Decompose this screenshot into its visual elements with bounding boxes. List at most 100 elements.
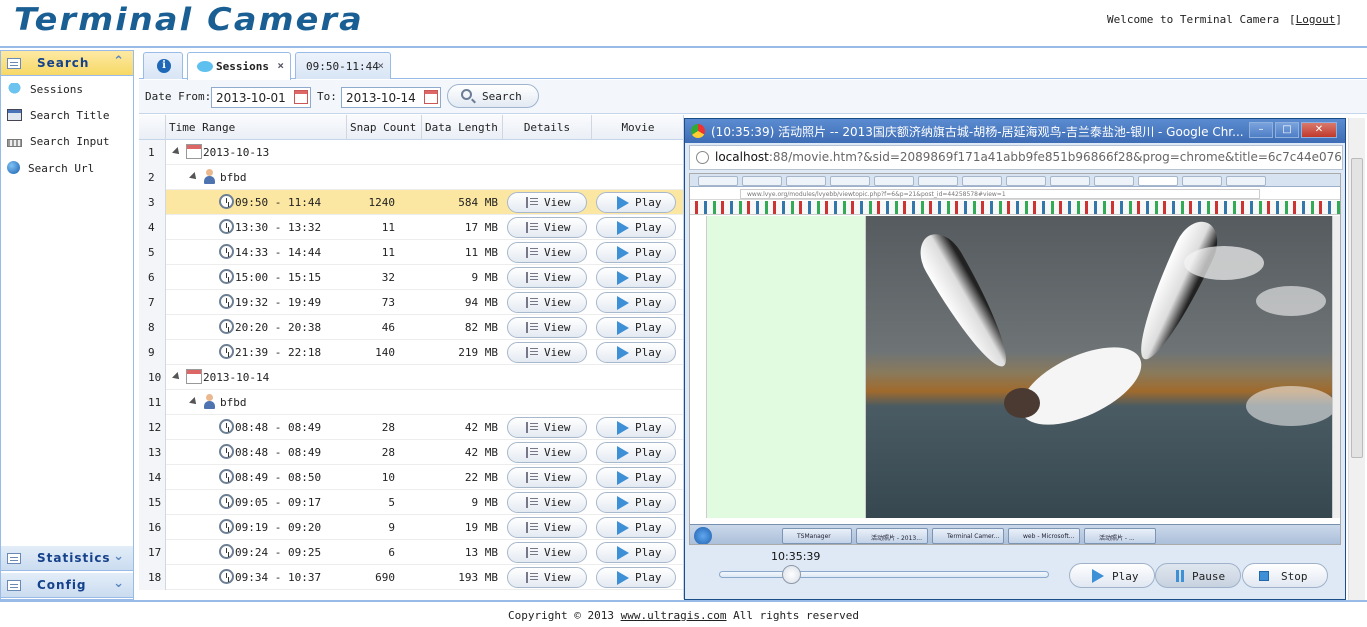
view-button[interactable]: View — [507, 542, 587, 563]
session-row[interactable]: 15 09:05 - 09:17 5 9 MB View Play — [139, 490, 683, 515]
play-movie-button[interactable]: Play — [596, 442, 676, 463]
start-orb-icon — [694, 527, 712, 544]
collapse-up-icon[interactable]: ⌃ — [113, 54, 125, 69]
page-scrollbar[interactable] — [1348, 118, 1365, 600]
row-number: 4 — [139, 215, 166, 240]
header-time-range[interactable]: Time Range — [166, 115, 347, 140]
close-tab-icon[interactable]: × — [277, 59, 284, 72]
seagull-photo — [866, 216, 1332, 518]
logout-link[interactable]: Logout — [1296, 13, 1336, 26]
view-button[interactable]: View — [507, 317, 587, 338]
view-button[interactable]: View — [507, 567, 587, 588]
close-window-button[interactable]: ✕ — [1301, 122, 1337, 138]
scrollbar-thumb[interactable] — [1351, 158, 1363, 458]
view-button[interactable]: View — [507, 442, 587, 463]
play-movie-button[interactable]: Play — [596, 417, 676, 438]
pause-button[interactable]: Pause — [1155, 563, 1241, 588]
session-row[interactable]: 18 09:34 - 10:37 690 193 MB View Play — [139, 565, 683, 590]
play-movie-button[interactable]: Play — [596, 542, 676, 563]
snap-count: 28 — [381, 421, 395, 434]
maximize-button[interactable]: □ — [1275, 122, 1299, 138]
play-movie-button[interactable]: Play — [596, 242, 676, 263]
play-movie-button[interactable]: Play — [596, 517, 676, 538]
clock-icon — [219, 494, 234, 509]
stop-button[interactable]: Stop — [1242, 563, 1328, 588]
company-link[interactable]: www.ultragis.com — [621, 609, 727, 622]
clock-icon — [219, 244, 234, 259]
user-icon — [203, 394, 216, 410]
view-button[interactable]: View — [507, 517, 587, 538]
user-group-row[interactable]: 11 bfbd — [139, 390, 683, 415]
player-title-bar[interactable]: (10:35:39) 活动照片 -- 2013国庆额济纳旗古城-胡杨-居延海观鸟… — [685, 119, 1345, 143]
expand-down-icon[interactable]: ⌄ — [113, 576, 125, 591]
session-row[interactable]: 3 09:50 - 11:44 1240 584 MB View Play — [139, 190, 683, 215]
sidebar-item-search-title[interactable]: Search Title — [7, 109, 109, 129]
play-movie-button[interactable]: Play — [596, 467, 676, 488]
view-button[interactable]: View — [507, 417, 587, 438]
session-row[interactable]: 17 09:24 - 09:25 6 13 MB View Play — [139, 540, 683, 565]
close-tab-icon[interactable]: × — [377, 59, 384, 72]
view-button[interactable]: View — [507, 467, 587, 488]
date-group-row[interactable]: 10 2013-10-14 — [139, 365, 683, 390]
expand-triangle-icon[interactable] — [172, 147, 182, 157]
view-button[interactable]: View — [507, 192, 587, 213]
play-movie-button[interactable]: Play — [596, 292, 676, 313]
play-movie-button[interactable]: Play — [596, 342, 676, 363]
minimize-button[interactable]: – — [1249, 122, 1273, 138]
session-row[interactable]: 5 14:33 - 14:44 11 11 MB View Play — [139, 240, 683, 265]
session-row[interactable]: 14 08:49 - 08:50 10 22 MB View Play — [139, 465, 683, 490]
user-label: bfbd — [220, 396, 247, 409]
tab-session-detail[interactable]: 09:50-11:44 × — [295, 52, 391, 79]
user-group-row[interactable]: 2 bfbd — [139, 165, 683, 190]
search-button[interactable]: Search — [447, 84, 539, 108]
session-row[interactable]: 9 21:39 - 22:18 140 219 MB View Play — [139, 340, 683, 365]
expand-triangle-icon[interactable] — [189, 397, 199, 407]
tab-sessions[interactable]: Sessions × — [187, 52, 291, 80]
data-length: 42 MB — [464, 421, 498, 434]
session-row[interactable]: 13 08:48 - 08:49 28 42 MB View Play — [139, 440, 683, 465]
accordion-statistics-header[interactable]: Statistics ⌄ — [1, 546, 133, 571]
session-row[interactable]: 12 08:48 - 08:49 28 42 MB View Play — [139, 415, 683, 440]
row-number: 15 — [139, 490, 166, 515]
session-row[interactable]: 8 20:20 - 20:38 46 82 MB View Play — [139, 315, 683, 340]
session-row[interactable]: 7 19:32 - 19:49 73 94 MB View Play — [139, 290, 683, 315]
view-button[interactable]: View — [507, 217, 587, 238]
slider-thumb[interactable] — [782, 565, 802, 584]
header-snap-count[interactable]: Snap Count — [347, 115, 422, 140]
date-from-field[interactable]: 2013-10-01 — [211, 87, 311, 108]
play-movie-button[interactable]: Play — [596, 567, 676, 588]
session-row[interactable]: 6 15:00 - 15:15 32 9 MB View Play — [139, 265, 683, 290]
accordion-search-header[interactable]: Search ⌃ — [1, 51, 133, 76]
play-movie-button[interactable]: Play — [596, 192, 676, 213]
session-row[interactable]: 16 09:19 - 09:20 9 19 MB View Play — [139, 515, 683, 540]
expand-triangle-icon[interactable] — [189, 172, 199, 182]
expand-triangle-icon[interactable] — [172, 372, 182, 382]
expand-down-icon[interactable]: ⌄ — [113, 549, 125, 564]
playback-slider[interactable] — [719, 565, 1049, 584]
view-button[interactable]: View — [507, 342, 587, 363]
date-to-field[interactable]: 2013-10-14 — [341, 87, 441, 108]
session-row[interactable]: 4 13:30 - 13:32 11 17 MB View Play — [139, 215, 683, 240]
accordion-config-header[interactable]: Config ⌄ — [1, 573, 133, 598]
tab-info[interactable]: i — [143, 52, 183, 79]
play-movie-button[interactable]: Play — [596, 492, 676, 513]
view-button[interactable]: View — [507, 267, 587, 288]
gull-wing — [1126, 216, 1226, 368]
sidebar-item-sessions[interactable]: Sessions — [7, 83, 83, 103]
calendar-icon[interactable] — [294, 90, 308, 104]
view-button[interactable]: View — [507, 242, 587, 263]
calendar-icon[interactable] — [424, 90, 438, 104]
play-button[interactable]: Play — [1069, 563, 1155, 588]
play-movie-button[interactable]: Play — [596, 267, 676, 288]
windows-icon — [7, 109, 22, 121]
play-icon — [617, 296, 629, 310]
player-address-bar[interactable]: localhost:88/movie.htm?&sid=2089869f171a… — [689, 145, 1343, 170]
date-group-row[interactable]: 1 2013-10-13 — [139, 140, 683, 165]
sidebar-item-search-input[interactable]: Search Input — [7, 135, 109, 155]
view-button[interactable]: View — [507, 492, 587, 513]
play-movie-button[interactable]: Play — [596, 217, 676, 238]
header-data-length[interactable]: Data Length — [422, 115, 503, 140]
sidebar-item-search-url[interactable]: Search Url — [7, 161, 94, 181]
view-button[interactable]: View — [507, 292, 587, 313]
play-movie-button[interactable]: Play — [596, 317, 676, 338]
